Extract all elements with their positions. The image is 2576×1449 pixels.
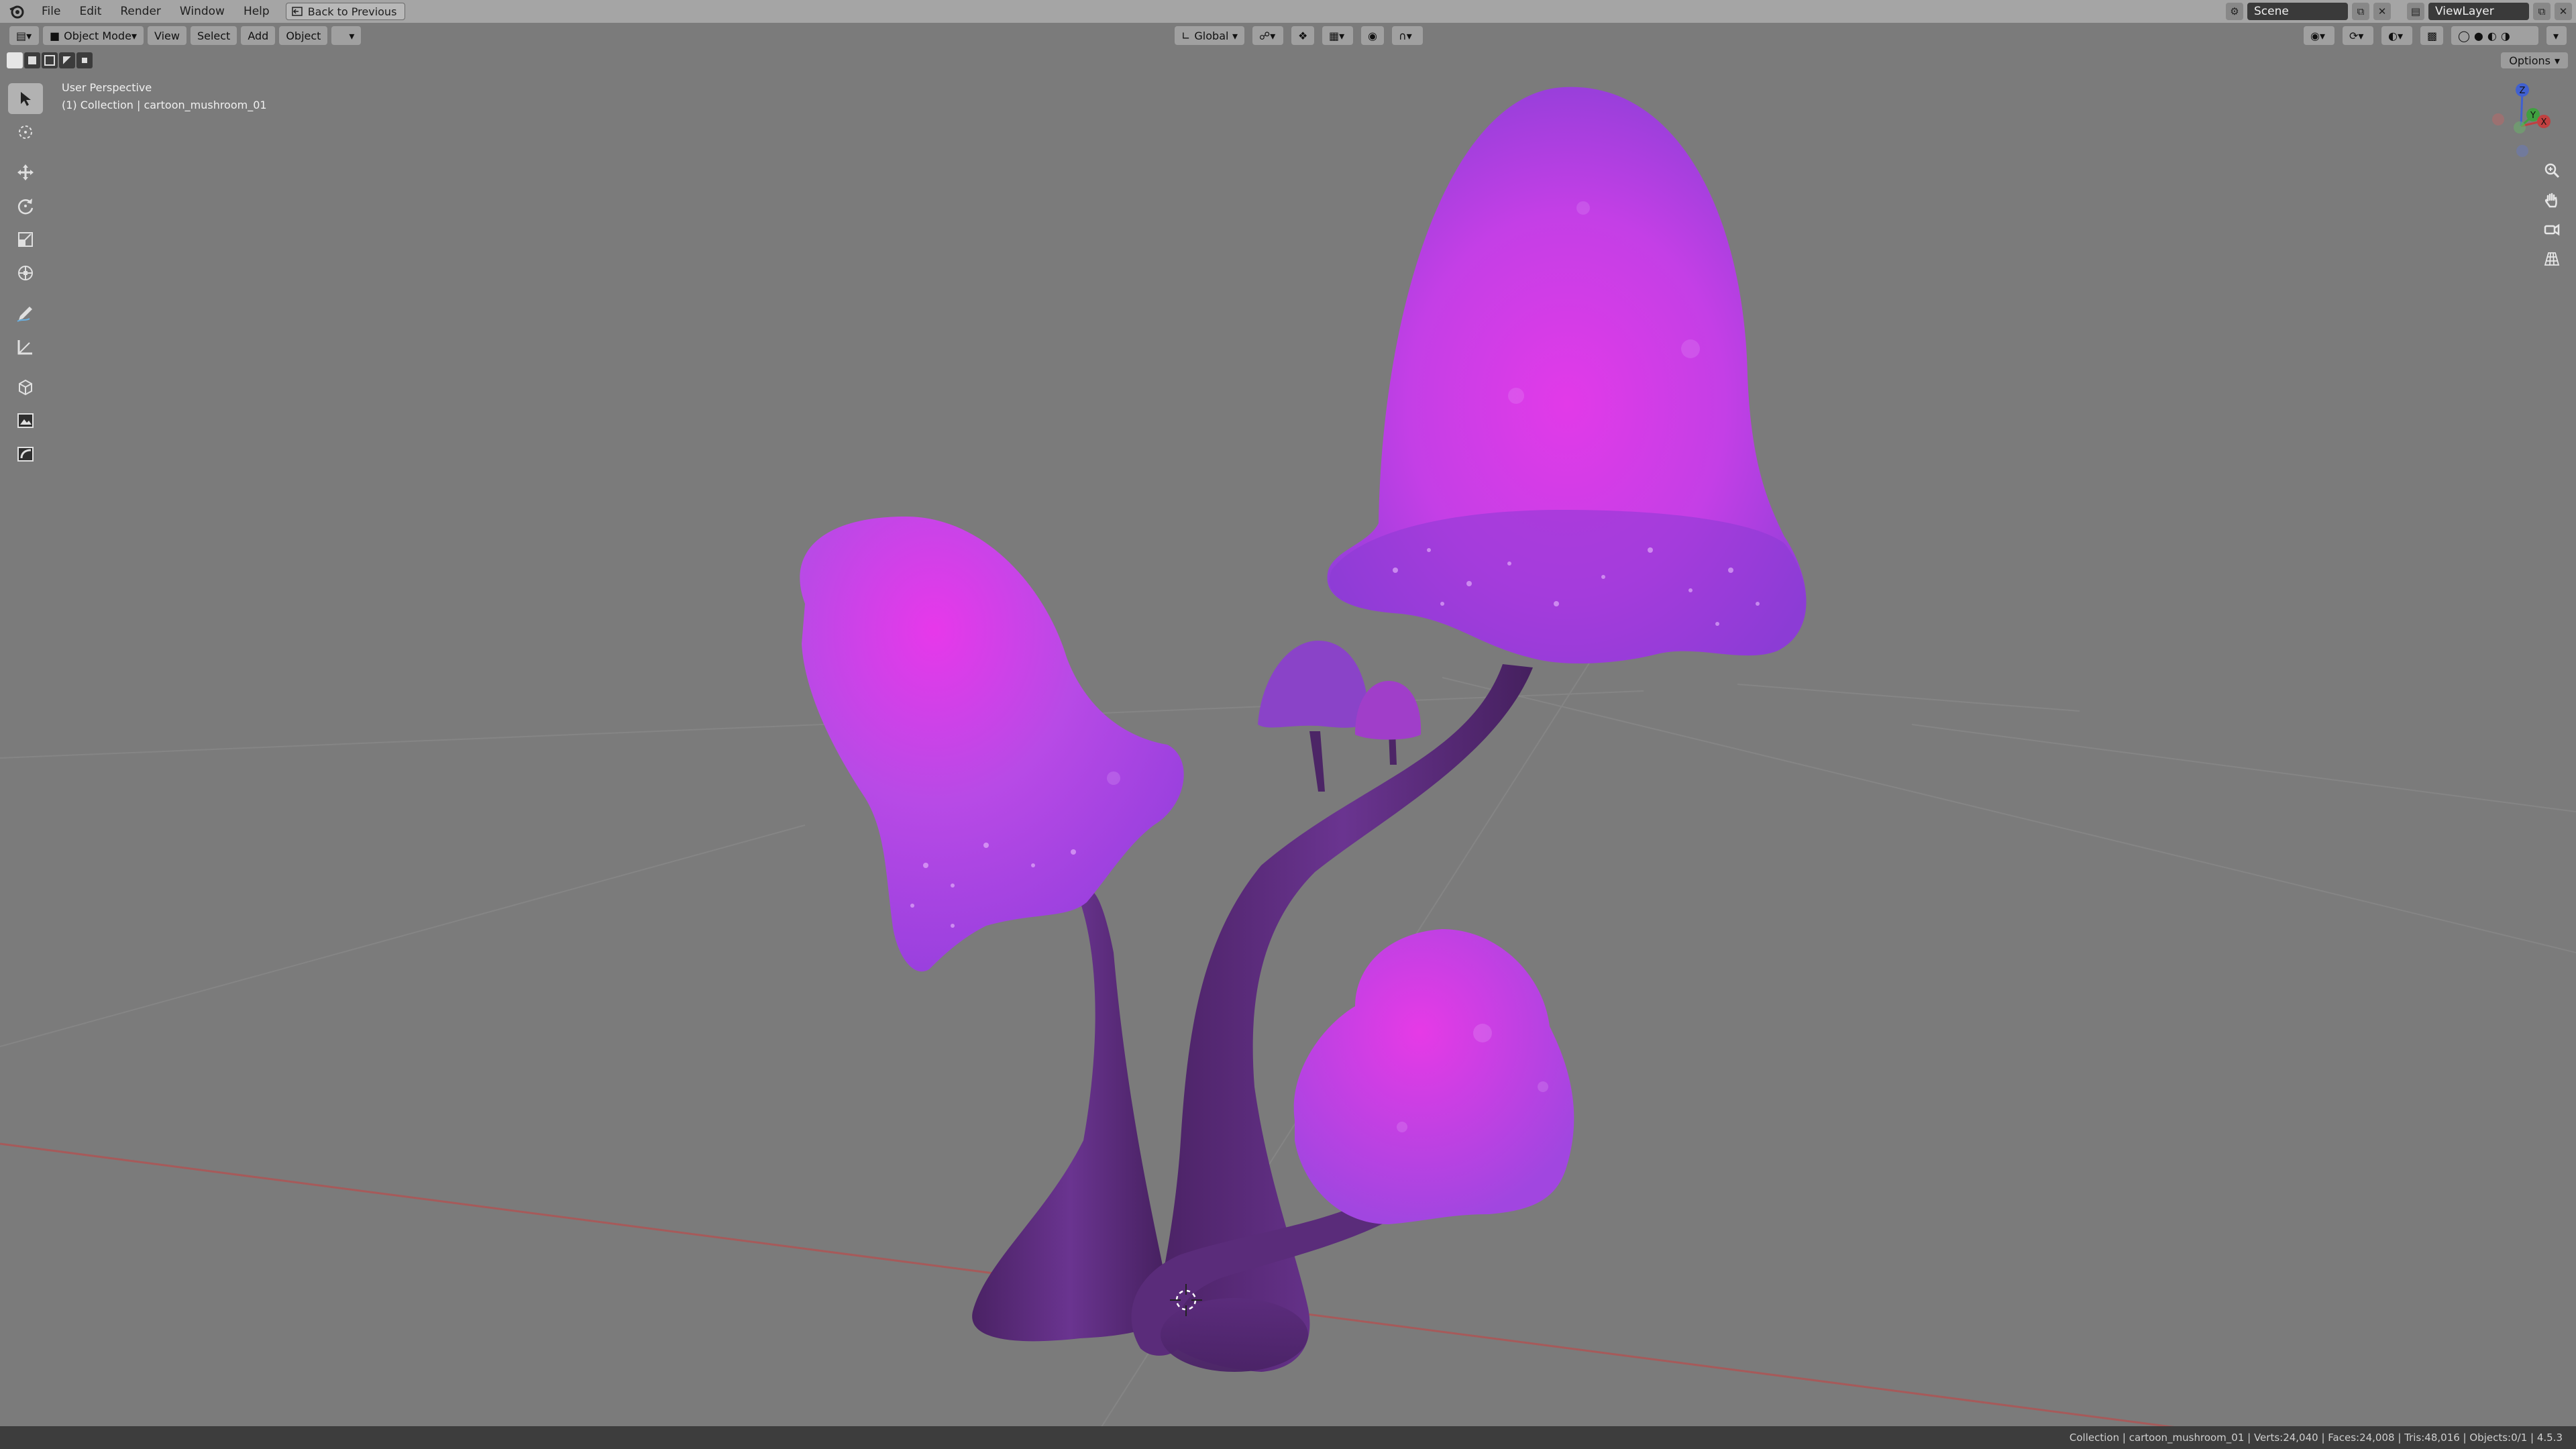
status-bar: Collection | cartoon_mushroom_01 | Verts… [0, 1426, 2576, 1449]
small-mushroom-cap-1 [1258, 641, 1368, 728]
image-icon [17, 413, 34, 428]
scale-tool[interactable] [8, 224, 43, 255]
3d-viewport[interactable] [0, 0, 2576, 1449]
add-cube-tool[interactable] [8, 372, 43, 402]
tall-mushroom-cap-rim [1329, 510, 1807, 664]
move-tool[interactable] [8, 157, 43, 188]
left-mushroom-stem [972, 892, 1169, 1342]
cursor-arrow-icon [21, 92, 31, 106]
scale-icon [18, 232, 33, 247]
brush-icon [17, 447, 34, 462]
zoom-icon[interactable] [2541, 160, 2563, 181]
cursor-tool[interactable] [8, 117, 43, 148]
annotate-tool[interactable] [8, 298, 43, 329]
sculpt-tool[interactable] [8, 439, 43, 470]
measure-tool[interactable] [8, 331, 43, 362]
viewport-info-overlay: User Perspective (1) Collection | cartoo… [62, 79, 267, 114]
pencil-icon [17, 307, 32, 322]
gizmo-neg-y-icon[interactable] [2514, 121, 2526, 133]
ruler-icon [17, 340, 32, 355]
image-tool[interactable] [8, 405, 43, 436]
add-cube-icon [19, 379, 32, 396]
gizmo-neg-x-icon[interactable] [2492, 113, 2504, 125]
tool-shelf [8, 83, 44, 472]
low-mushroom-cap [1293, 929, 1574, 1224]
crosshair-cursor-icon [19, 125, 32, 139]
rotate-tool[interactable] [8, 191, 43, 221]
move-arrows-icon [17, 164, 34, 180]
transform-tool[interactable] [8, 258, 43, 288]
transform-icon [18, 266, 33, 280]
small-mushroom-stems [1309, 731, 1397, 792]
scene-statistics: Collection | cartoon_mushroom_01 | Verts… [2069, 1432, 2563, 1444]
pan-hand-icon[interactable] [2541, 189, 2563, 211]
gizmo-neg-z-icon[interactable] [2516, 145, 2528, 157]
navigation-controls [2541, 160, 2563, 270]
gizmo-z-label: Z [2520, 86, 2526, 96]
camera-view-icon[interactable] [2541, 219, 2563, 240]
perspective-label: User Perspective [62, 81, 152, 94]
navigation-gizmo[interactable]: Z Y X [2475, 79, 2569, 166]
gizmo-x-label: X [2541, 117, 2547, 127]
rotate-icon [17, 199, 34, 215]
select-box-tool[interactable] [8, 83, 43, 114]
perspective-grid-icon[interactable] [2541, 248, 2563, 270]
collection-label: (1) Collection | cartoon_mushroom_01 [62, 99, 267, 111]
left-mushroom-cap [800, 517, 1184, 972]
gizmo-y-label: Y [2530, 111, 2536, 121]
